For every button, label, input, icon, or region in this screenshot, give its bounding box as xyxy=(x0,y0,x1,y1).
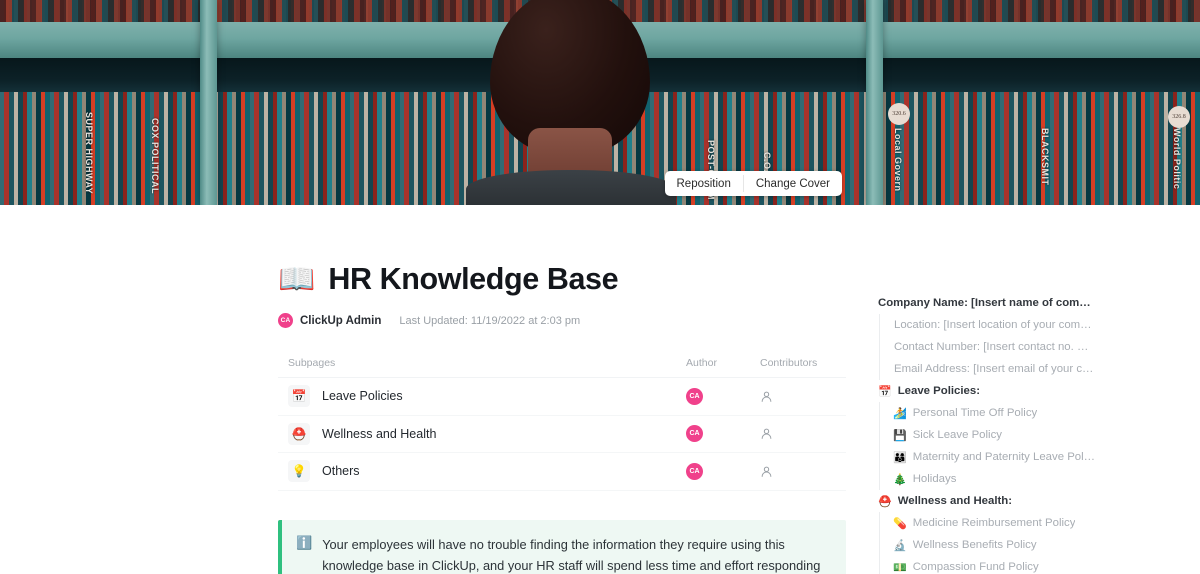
outline-heading-label: Wellness and Health: xyxy=(898,495,1012,507)
subpages-table-header: Subpages Author Contributors xyxy=(278,357,846,378)
person-icon xyxy=(760,465,773,478)
subpage-name-cell[interactable]: 💡 Others xyxy=(288,460,686,482)
contributors-cell[interactable] xyxy=(760,427,846,440)
outline-item[interactable]: 💵 Compassion Fund Policy xyxy=(880,556,1190,574)
outline-item-label: Location: [Insert location of your com… xyxy=(894,319,1092,331)
outline-subgroup: Location: [Insert location of your com… … xyxy=(879,314,1190,380)
document-body: 📖 HR Knowledge Base CA ClickUp Admin Las… xyxy=(278,205,846,574)
column-header-contributors: Contributors xyxy=(760,357,846,369)
outline-item[interactable]: 💊 Medicine Reimbursement Policy xyxy=(880,512,1190,534)
cover-shelf-post-left xyxy=(200,0,217,205)
document-meta: CA ClickUp Admin Last Updated: 11/19/202… xyxy=(278,313,846,328)
change-cover-button[interactable]: Change Cover xyxy=(744,171,842,196)
calendar-icon: 📅 xyxy=(878,385,892,398)
calendar-icon: 📅 xyxy=(288,385,310,407)
table-row[interactable]: 💡 Others CA xyxy=(278,453,846,491)
outline-item-label: Holidays xyxy=(913,473,957,485)
outline-item-label: Wellness Benefits Policy xyxy=(913,539,1037,551)
avatar[interactable]: CA xyxy=(686,425,703,442)
helmet-icon: ⛑️ xyxy=(878,495,892,508)
outline-item-label: Contact Number: [Insert contact no. … xyxy=(894,341,1088,353)
callout-text[interactable]: Your employees will have no trouble find… xyxy=(322,534,828,574)
contributors-cell[interactable] xyxy=(760,390,846,403)
avatar[interactable]: CA xyxy=(686,388,703,405)
helmet-icon: ⛑️ xyxy=(288,423,310,445)
subpage-label[interactable]: Wellness and Health xyxy=(322,427,436,441)
outline-item-label: Medicine Reimbursement Policy xyxy=(913,517,1076,529)
book-call-number-sticker: 326.8 xyxy=(1168,106,1190,128)
microscope-icon: 🔬 xyxy=(893,539,907,552)
tree-icon: 🎄 xyxy=(893,473,907,486)
cover-person-silhouette xyxy=(466,0,676,205)
author-cell: CA xyxy=(686,463,760,480)
outline-item[interactable]: Email Address: [Insert email of your c… xyxy=(880,358,1190,380)
outline-item[interactable]: 🏄 Personal Time Off Policy xyxy=(880,402,1190,424)
lightbulb-icon: 💡 xyxy=(288,460,310,482)
book-spine-label: World Politic xyxy=(1172,128,1182,189)
pill-icon: 💊 xyxy=(893,517,907,530)
book-emoji-icon[interactable]: 📖 xyxy=(278,265,315,295)
contributors-cell[interactable] xyxy=(760,465,846,478)
reposition-button[interactable]: Reposition xyxy=(665,171,743,196)
book-spine-label: SUPER HIGHWAY xyxy=(84,112,94,194)
page-title-row: 📖 HR Knowledge Base xyxy=(278,262,846,297)
outline-heading-wellness-and-health[interactable]: ⛑️ Wellness and Health: xyxy=(878,490,1190,512)
subpage-name-cell[interactable]: ⛑️ Wellness and Health xyxy=(288,423,686,445)
subpage-label[interactable]: Others xyxy=(322,464,360,478)
info-callout: ℹ️ Your employees will have no trouble f… xyxy=(278,520,846,574)
outline-heading-label: Company Name: [Insert name of com… xyxy=(878,297,1091,309)
clickup-doc-page: SUPER HIGHWAY COX POLITICAL POST-COMM C.… xyxy=(0,0,1200,574)
author-name: ClickUp Admin xyxy=(300,315,381,327)
info-icon: ℹ️ xyxy=(296,534,312,574)
outline-heading-leave-policies[interactable]: 📅 Leave Policies: xyxy=(878,380,1190,402)
subpage-label[interactable]: Leave Policies xyxy=(322,389,403,403)
person-icon xyxy=(760,390,773,403)
outline-item[interactable]: Location: [Insert location of your com… xyxy=(880,314,1190,336)
cover-image[interactable]: SUPER HIGHWAY COX POLITICAL POST-COMM C.… xyxy=(0,0,1200,205)
book-spine-label: BLACKSMIT xyxy=(1040,128,1050,186)
cover-shelf-post-right xyxy=(866,0,883,205)
subpages-table: Subpages Author Contributors 📅 Leave Pol… xyxy=(278,357,846,491)
outline-subgroup: 💊 Medicine Reimbursement Policy 🔬 Wellne… xyxy=(879,512,1190,574)
money-icon: 💵 xyxy=(893,561,907,574)
book-call-number-sticker: 320.6 xyxy=(888,103,910,125)
outline-item[interactable]: 🔬 Wellness Benefits Policy xyxy=(880,534,1190,556)
outline-item-label: Maternity and Paternity Leave Pol… xyxy=(913,451,1095,463)
book-spine-label: Local Govern xyxy=(893,128,903,192)
outline-item[interactable]: Contact Number: [Insert contact no. … xyxy=(880,336,1190,358)
surfer-icon: 🏄 xyxy=(893,407,907,420)
column-header-author: Author xyxy=(686,357,760,369)
page-title[interactable]: HR Knowledge Base xyxy=(328,262,618,297)
avatar[interactable]: CA xyxy=(278,313,293,328)
author-cell: CA xyxy=(686,388,760,405)
avatar[interactable]: CA xyxy=(686,463,703,480)
outline-item-label: Compassion Fund Policy xyxy=(913,561,1039,573)
book-spine-label: COX POLITICAL xyxy=(150,118,160,194)
cover-action-bar: Reposition Change Cover xyxy=(665,171,843,196)
outline-item-label: Sick Leave Policy xyxy=(913,429,1002,441)
floppy-disk-icon: 💾 xyxy=(893,429,907,442)
outline-item[interactable]: 💾 Sick Leave Policy xyxy=(880,424,1190,446)
outline-item-label: Personal Time Off Policy xyxy=(913,407,1038,419)
table-row[interactable]: ⛑️ Wellness and Health CA xyxy=(278,416,846,454)
family-icon: 👨‍👩‍👦 xyxy=(893,451,907,464)
outline-item[interactable]: 👨‍👩‍👦 Maternity and Paternity Leave Pol… xyxy=(880,446,1190,468)
person-icon xyxy=(760,427,773,440)
table-row[interactable]: 📅 Leave Policies CA xyxy=(278,378,846,416)
outline-item-label: Email Address: [Insert email of your c… xyxy=(894,363,1093,375)
last-updated-text: Last Updated: 11/19/2022 at 2:03 pm xyxy=(399,315,580,327)
column-header-subpages: Subpages xyxy=(288,357,686,369)
outline-heading[interactable]: Company Name: [Insert name of com… xyxy=(878,292,1190,314)
author-cell: CA xyxy=(686,425,760,442)
outline-item[interactable]: 🎄 Holidays xyxy=(880,468,1190,490)
subpage-name-cell[interactable]: 📅 Leave Policies xyxy=(288,385,686,407)
outline-heading-label: Leave Policies: xyxy=(898,385,980,397)
outline-panel: Company Name: [Insert name of com… Locat… xyxy=(878,292,1190,574)
outline-subgroup: 🏄 Personal Time Off Policy 💾 Sick Leave … xyxy=(879,402,1190,490)
